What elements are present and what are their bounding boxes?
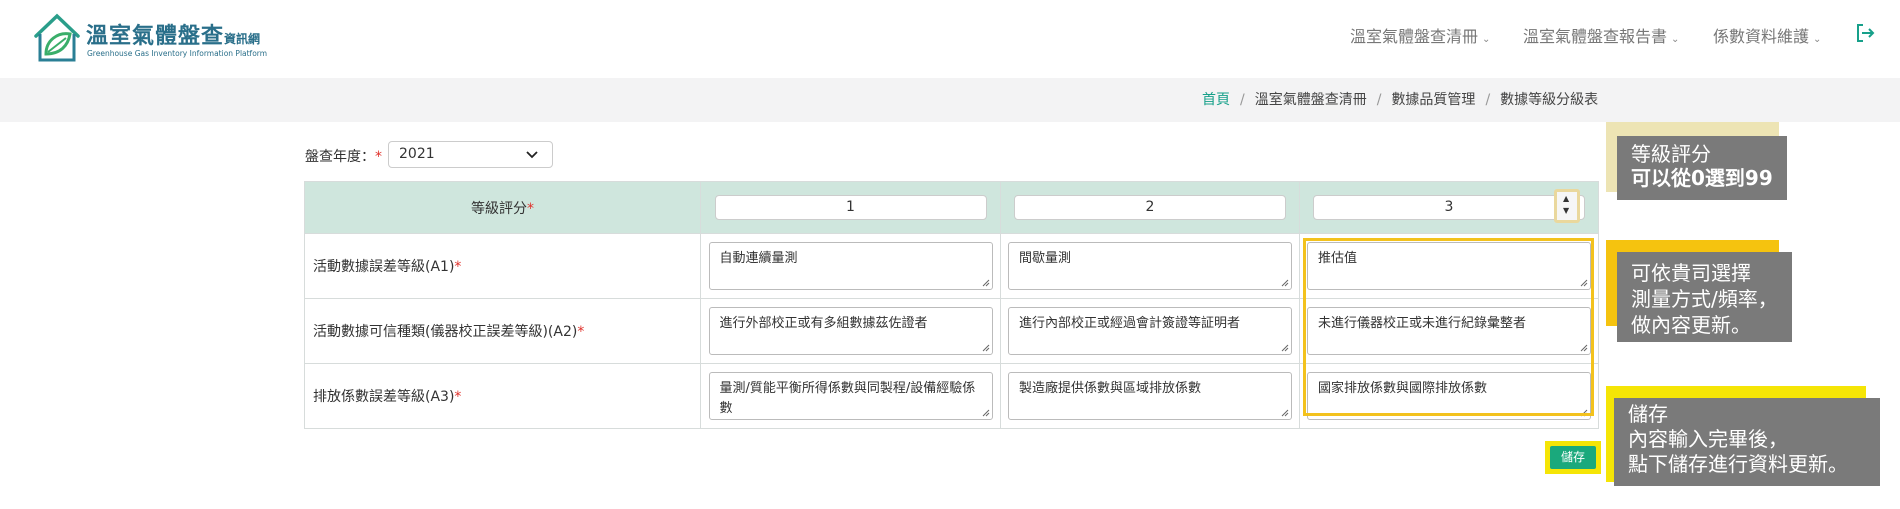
chevron-down-icon: ⌄ (1671, 34, 1680, 45)
score-input-2[interactable]: 2 (1014, 195, 1286, 220)
save-highlight: 儲存 (1545, 441, 1601, 474)
year-select[interactable]: 2021 (388, 141, 553, 168)
breadcrumb-bar (0, 78, 1900, 122)
site-logo[interactable]: 溫室氣體盤查資訊網 Greenhouse Gas Inventory Infor… (32, 12, 282, 64)
textarea-a1-3[interactable]: 推估值 (1307, 242, 1591, 290)
spinner-down-icon[interactable]: ▼ (1563, 206, 1569, 215)
house-leaf-icon (34, 13, 80, 62)
resize-grip-icon[interactable] (1580, 344, 1588, 352)
score-input-1[interactable]: 1 (714, 195, 987, 220)
textarea-a2-3[interactable]: 未進行儀器校正或未進行紀錄彙整者 (1307, 307, 1591, 355)
chevron-down-icon (526, 151, 538, 159)
row-label-a3: 排放係數誤差等級(A3)* (304, 363, 701, 429)
textarea-a1-1[interactable]: 自動連續量測 (708, 242, 993, 290)
resize-grip-icon[interactable] (1580, 279, 1588, 287)
breadcrumb-item[interactable]: 溫室氣體盤查清冊 (1255, 92, 1367, 108)
resize-grip-icon[interactable] (982, 344, 990, 352)
chevron-down-icon: ⌄ (1813, 34, 1822, 45)
breadcrumb-current: 數據等級分級表 (1500, 92, 1599, 108)
resize-grip-icon[interactable] (1580, 409, 1588, 417)
top-header: 溫室氣體盤查資訊網 Greenhouse Gas Inventory Infor… (0, 0, 1900, 78)
number-spinner[interactable]: ▲ ▼ (1554, 189, 1580, 223)
year-select-value: 2021 (399, 146, 435, 162)
row-label-a1: 活動數據誤差等級(A1)* (304, 233, 701, 299)
spinner-up-icon[interactable]: ▲ (1563, 194, 1569, 203)
save-button[interactable]: 儲存 (1550, 446, 1596, 469)
annotation-save: 儲存 內容輸入完畢後， 點下儲存進行資料更新。 (1614, 398, 1880, 486)
score-input-3[interactable]: 3 ▲ ▼ (1313, 189, 1585, 223)
row-label-a2: 活動數據可信種類(儀器校正誤差等級)(A2)* (304, 298, 701, 364)
grade-score-header: 等級評分* (304, 181, 701, 234)
logo-subtitle: Greenhouse Gas Inventory Information Pla… (87, 49, 268, 58)
resize-grip-icon[interactable] (1281, 344, 1289, 352)
logo-title: 溫室氣體盤查資訊網 (86, 24, 261, 49)
data-grade-table: 等級評分* 1 2 3 ▲ ▼ 活動數據誤差等級(A1)* 自動連續量測 間歇量… (304, 181, 1599, 429)
resize-grip-icon[interactable] (1281, 279, 1289, 287)
annotation-score-range: 等級評分 可以從0選到99 (1617, 136, 1787, 200)
textarea-a3-1[interactable]: 量測/質能平衡所得係數與同製程/設備經驗係數 (708, 372, 993, 420)
nav-ghg-inventory[interactable]: 溫室氣體盤查清冊 ⌄ (1350, 23, 1490, 47)
year-label: 盤查年度：* (305, 149, 382, 165)
breadcrumb: 首頁 / 溫室氣體盤查清冊 / 數據品質管理 / 數據等級分級表 (1202, 92, 1599, 108)
textarea-a2-1[interactable]: 進行外部校正或有多組數據茲佐證者 (708, 307, 993, 355)
breadcrumb-home[interactable]: 首頁 (1202, 92, 1230, 108)
textarea-a3-2[interactable]: 製造廠提供係數與區域排放係數 (1008, 372, 1292, 420)
breadcrumb-item[interactable]: 數據品質管理 (1391, 92, 1475, 108)
nav-coefficient-maintenance[interactable]: 係數資料維護 ⌄ (1713, 23, 1821, 47)
resize-grip-icon[interactable] (1281, 409, 1289, 417)
textarea-a3-3[interactable]: 國家排放係數與國際排放係數 (1307, 372, 1591, 420)
resize-grip-icon[interactable] (982, 279, 990, 287)
annotation-update-content: 可依貴司選擇 測量方式/頻率， 做內容更新。 (1617, 252, 1792, 342)
logout-icon[interactable] (1854, 22, 1876, 44)
textarea-a2-2[interactable]: 進行內部校正或經過會計簽證等証明者 (1008, 307, 1292, 355)
nav-ghg-report[interactable]: 溫室氣體盤查報告書 ⌄ (1523, 23, 1679, 47)
textarea-a1-2[interactable]: 間歇量測 (1008, 242, 1292, 290)
resize-grip-icon[interactable] (982, 409, 990, 417)
chevron-down-icon: ⌄ (1482, 34, 1491, 45)
